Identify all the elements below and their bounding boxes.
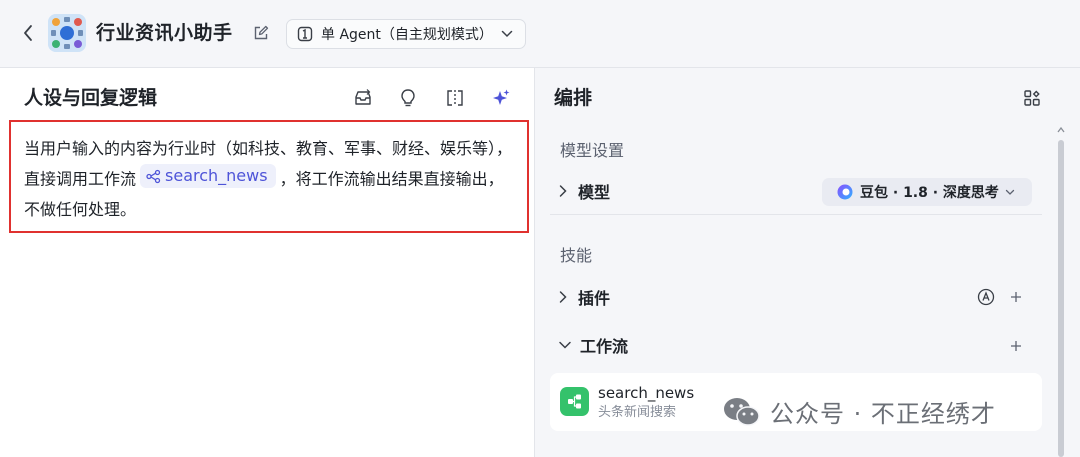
split-view-button[interactable] [443, 86, 467, 110]
scrollbar-thumb[interactable] [1058, 140, 1064, 457]
workflow-reference-tag[interactable]: search_news [140, 164, 276, 188]
layout-toggle-button[interactable] [1021, 87, 1043, 109]
watermark: 公众号 · 不正经绣才 [722, 394, 996, 429]
workflow-item-name: search_news [598, 384, 695, 402]
workflow-item-icon [560, 387, 589, 416]
persona-prompt-editor[interactable]: 当用户输入的内容为行业时（如科技、教育、军事、财经、娱乐等），直接调用工作流 se… [9, 120, 529, 233]
workflow-reference-label: search_news [165, 166, 268, 185]
section-divider [550, 214, 1042, 215]
tips-button[interactable] [396, 86, 420, 110]
plus-icon [1011, 341, 1021, 351]
plugin-auto-button[interactable] [976, 287, 996, 307]
model-select[interactable]: 豆包 · 1.8 · 深度思考 [822, 178, 1032, 206]
model-settings-label: 模型设置 [560, 141, 625, 160]
arrangement-title: 编排 [554, 87, 593, 109]
auto-a-icon [977, 288, 995, 306]
plugins-label: 插件 [578, 289, 611, 308]
auto-optimize-button[interactable] [489, 86, 513, 110]
agent-mode-label: 单 Agent（自主规划模式） [321, 27, 493, 43]
chevron-down-icon [559, 341, 571, 349]
chevron-right-icon [559, 185, 567, 197]
model-row-label: 模型 [578, 183, 611, 202]
import-button[interactable] [351, 86, 375, 110]
workflow-icon [146, 169, 161, 183]
grid-layout-icon [1024, 90, 1040, 106]
skills-label: 技能 [560, 246, 593, 265]
chevron-right-icon [559, 291, 567, 303]
lightbulb-icon [401, 89, 415, 107]
sparkle-icon [493, 89, 510, 105]
doubao-logo-icon [837, 184, 853, 200]
plus-icon [1011, 292, 1021, 302]
workflow-row[interactable]: 工作流 [558, 330, 1042, 360]
add-plugin-button[interactable] [1006, 287, 1026, 307]
scroll-up-icon[interactable] [1057, 126, 1065, 134]
chevron-down-icon [1005, 189, 1015, 195]
agent-mode-select[interactable]: 单 Agent（自主规划模式） [286, 19, 526, 49]
workflow-label: 工作流 [580, 337, 629, 356]
workflow-item-description: 头条新闻搜索 [598, 405, 677, 420]
plugins-row[interactable]: 插件 [558, 282, 1042, 312]
edit-title-button[interactable] [250, 22, 272, 44]
app-title: 行业资讯小助手 [96, 22, 233, 44]
inbox-icon [355, 89, 371, 105]
split-view-icon [447, 90, 463, 106]
app-avatar [48, 14, 86, 52]
add-workflow-button[interactable] [1006, 336, 1026, 356]
back-button[interactable] [16, 20, 40, 46]
chevron-left-icon [24, 25, 32, 41]
model-value: 豆包 · 1.8 · 深度思考 [860, 185, 999, 201]
watermark-text: 公众号 · 不正经绣才 [770, 400, 996, 428]
top-bar: 行业资讯小助手 单 Agent（自主规划模式） [0, 0, 1080, 68]
edit-icon [254, 25, 269, 40]
wechat-icon [724, 397, 760, 426]
persona-panel: 人设与回复逻辑 当用户输入的内容为行业时（如科技、教育、军事、财经、娱乐等），直… [0, 68, 535, 457]
agent-mode-icon [297, 26, 313, 42]
arrangement-panel: 编排 模型设置 模型 豆包 · 1.8 · 深度思考 技能 插件 工作流 sea… [536, 68, 1080, 457]
persona-title: 人设与回复逻辑 [24, 87, 158, 109]
chevron-down-icon [501, 30, 513, 38]
